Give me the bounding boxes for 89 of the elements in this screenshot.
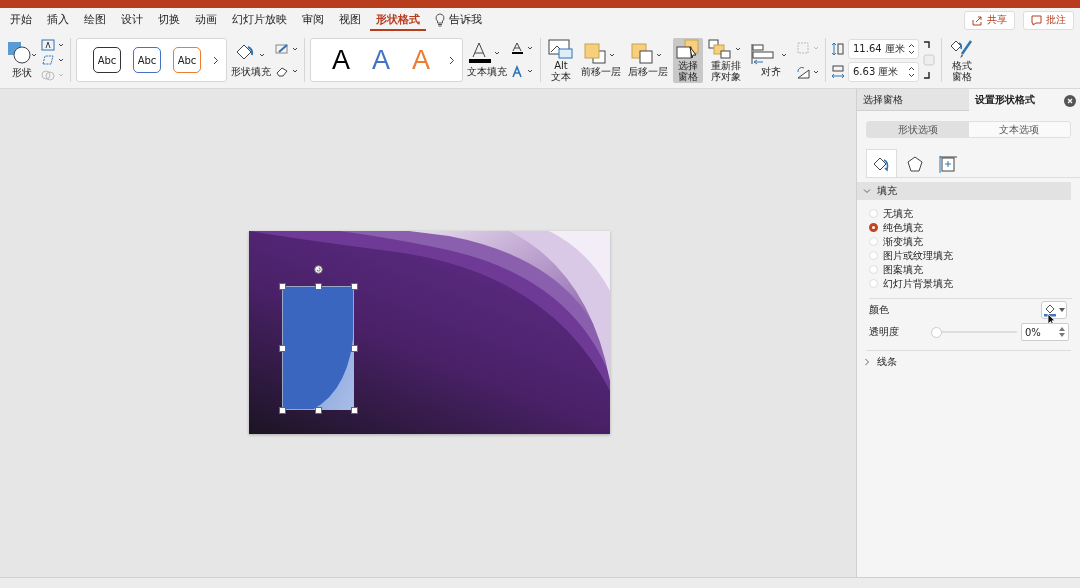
resize-handle[interactable] [351, 407, 358, 414]
height-field[interactable]: 11.64 厘米 [848, 38, 919, 59]
stepper-icon[interactable] [1059, 326, 1065, 338]
wordart-preset[interactable]: A [369, 46, 393, 74]
fill-color-icon [1043, 303, 1057, 317]
speech-bubble-icon [1031, 14, 1042, 26]
format-pane-button[interactable]: 格式窗格 [947, 37, 977, 83]
ribbon-tab[interactable]: 形状格式 [370, 9, 426, 31]
wordart-preset[interactable]: A [329, 46, 353, 74]
pane-tab[interactable]: 选择窗格 [857, 89, 969, 111]
fill-option-label[interactable]: 图片或纹理填充 [883, 248, 953, 263]
text-fill-button[interactable]: 文本填充 [466, 40, 508, 80]
resize-handle[interactable] [351, 345, 358, 352]
share-button[interactable]: 共享 [964, 10, 1015, 30]
options-tab[interactable]: 形状选项 [867, 122, 969, 137]
resize-handle[interactable] [279, 345, 286, 352]
ribbon-tab[interactable]: 开始 [4, 9, 38, 31]
slider-thumb[interactable] [931, 326, 942, 338]
fill-option-label[interactable]: 图案填充 [883, 262, 923, 277]
arrange-align-button[interactable]: 对齐 [749, 42, 793, 78]
more-icon[interactable] [213, 55, 219, 65]
stepper-icon[interactable] [908, 65, 915, 78]
shapes-icon [7, 40, 37, 65]
color-label: 颜色 [869, 303, 890, 317]
text-box-icon[interactable] [41, 39, 65, 51]
selected-shape[interactable] [282, 286, 354, 410]
pentagon-icon [905, 154, 924, 173]
resize-handle[interactable] [279, 283, 286, 290]
resize-handle[interactable] [315, 407, 322, 414]
shape-style-preset[interactable]: Abc [93, 47, 121, 73]
ribbon-tab[interactable]: 幻灯片放映 [226, 9, 293, 31]
arrange-forward-button[interactable]: 前移一层 [579, 42, 623, 78]
line-section-header[interactable]: 线条 [857, 353, 1071, 371]
stepper-icon[interactable] [908, 42, 915, 55]
shape-style-preset[interactable]: Abc [173, 47, 201, 73]
transparency-label: 透明度 [869, 325, 900, 339]
ribbon-tab[interactable]: 设计 [115, 9, 149, 31]
tell-me-field[interactable]: 告诉我 [449, 13, 482, 27]
shape-style-preset[interactable]: Abc [133, 47, 161, 73]
radio-button[interactable] [869, 223, 878, 232]
lock-aspect-icon[interactable] [922, 40, 936, 80]
shape-fill-button[interactable]: 形状填充 [230, 40, 272, 80]
arrange-pane-button[interactable]: 选择窗格 [673, 37, 703, 83]
chevron-icon [863, 187, 871, 195]
rotate-handle[interactable] [314, 265, 323, 274]
options-tab[interactable]: 文本选项 [968, 122, 1070, 137]
more-icon[interactable] [449, 55, 455, 65]
paint-brush-icon [949, 38, 975, 59]
selection-pane-icon [675, 38, 701, 59]
share-icon [972, 14, 983, 26]
lightbulb-icon [435, 13, 445, 27]
icon-tab[interactable] [866, 149, 897, 177]
resize-handle[interactable] [351, 283, 358, 290]
arrange-alt-button[interactable]: Alt 文本 [546, 37, 576, 83]
arrange-reorder-button[interactable]: 重新排序对象 [706, 37, 746, 83]
image-text-icon [548, 38, 574, 59]
resize-handle[interactable] [315, 283, 322, 290]
shapes-button[interactable]: 形状 [6, 39, 38, 81]
arrange-backward-button[interactable]: 后移一层 [626, 42, 670, 78]
ribbon-tab[interactable]: 审阅 [296, 9, 330, 31]
group-icon [796, 41, 820, 55]
color-picker-button[interactable] [1041, 301, 1067, 319]
fill-section-header[interactable]: 填充 [857, 182, 1071, 200]
text-outline-icon[interactable] [511, 42, 535, 55]
width-field[interactable]: 6.63 厘米 [848, 61, 919, 82]
fill-option-label[interactable]: 无填充 [883, 206, 913, 221]
rotate-icon[interactable] [796, 65, 820, 79]
ribbon-tab[interactable]: 切换 [152, 9, 186, 31]
ribbon-tab[interactable]: 视图 [333, 9, 367, 31]
ribbon-tab[interactable]: 动画 [189, 9, 223, 31]
fill-option-label[interactable]: 幻灯片背景填充 [883, 276, 953, 291]
dropdown-arrow-icon [1059, 308, 1065, 312]
width-icon [831, 64, 845, 79]
fill-option-label[interactable]: 渐变填充 [883, 234, 923, 249]
fill-option-label[interactable]: 纯色填充 [883, 220, 923, 235]
transparency-field[interactable]: 0% [1021, 323, 1069, 341]
size-icon [938, 154, 957, 173]
mouse-pointer-icon [1047, 313, 1056, 326]
eraser-icon[interactable] [275, 65, 299, 77]
height-icon [831, 41, 845, 56]
resize-handle[interactable] [279, 407, 286, 414]
outline-pen-icon[interactable] [275, 43, 299, 55]
ribbon-tab[interactable]: 插入 [41, 9, 75, 31]
merge-shapes-icon [41, 69, 65, 81]
close-icon[interactable] [1064, 95, 1076, 107]
chevron-icon [863, 358, 871, 366]
text-effects-icon[interactable] [511, 65, 535, 78]
ribbon-tab[interactable]: 绘图 [78, 9, 112, 31]
comments-button[interactable]: 批注 [1023, 10, 1074, 30]
